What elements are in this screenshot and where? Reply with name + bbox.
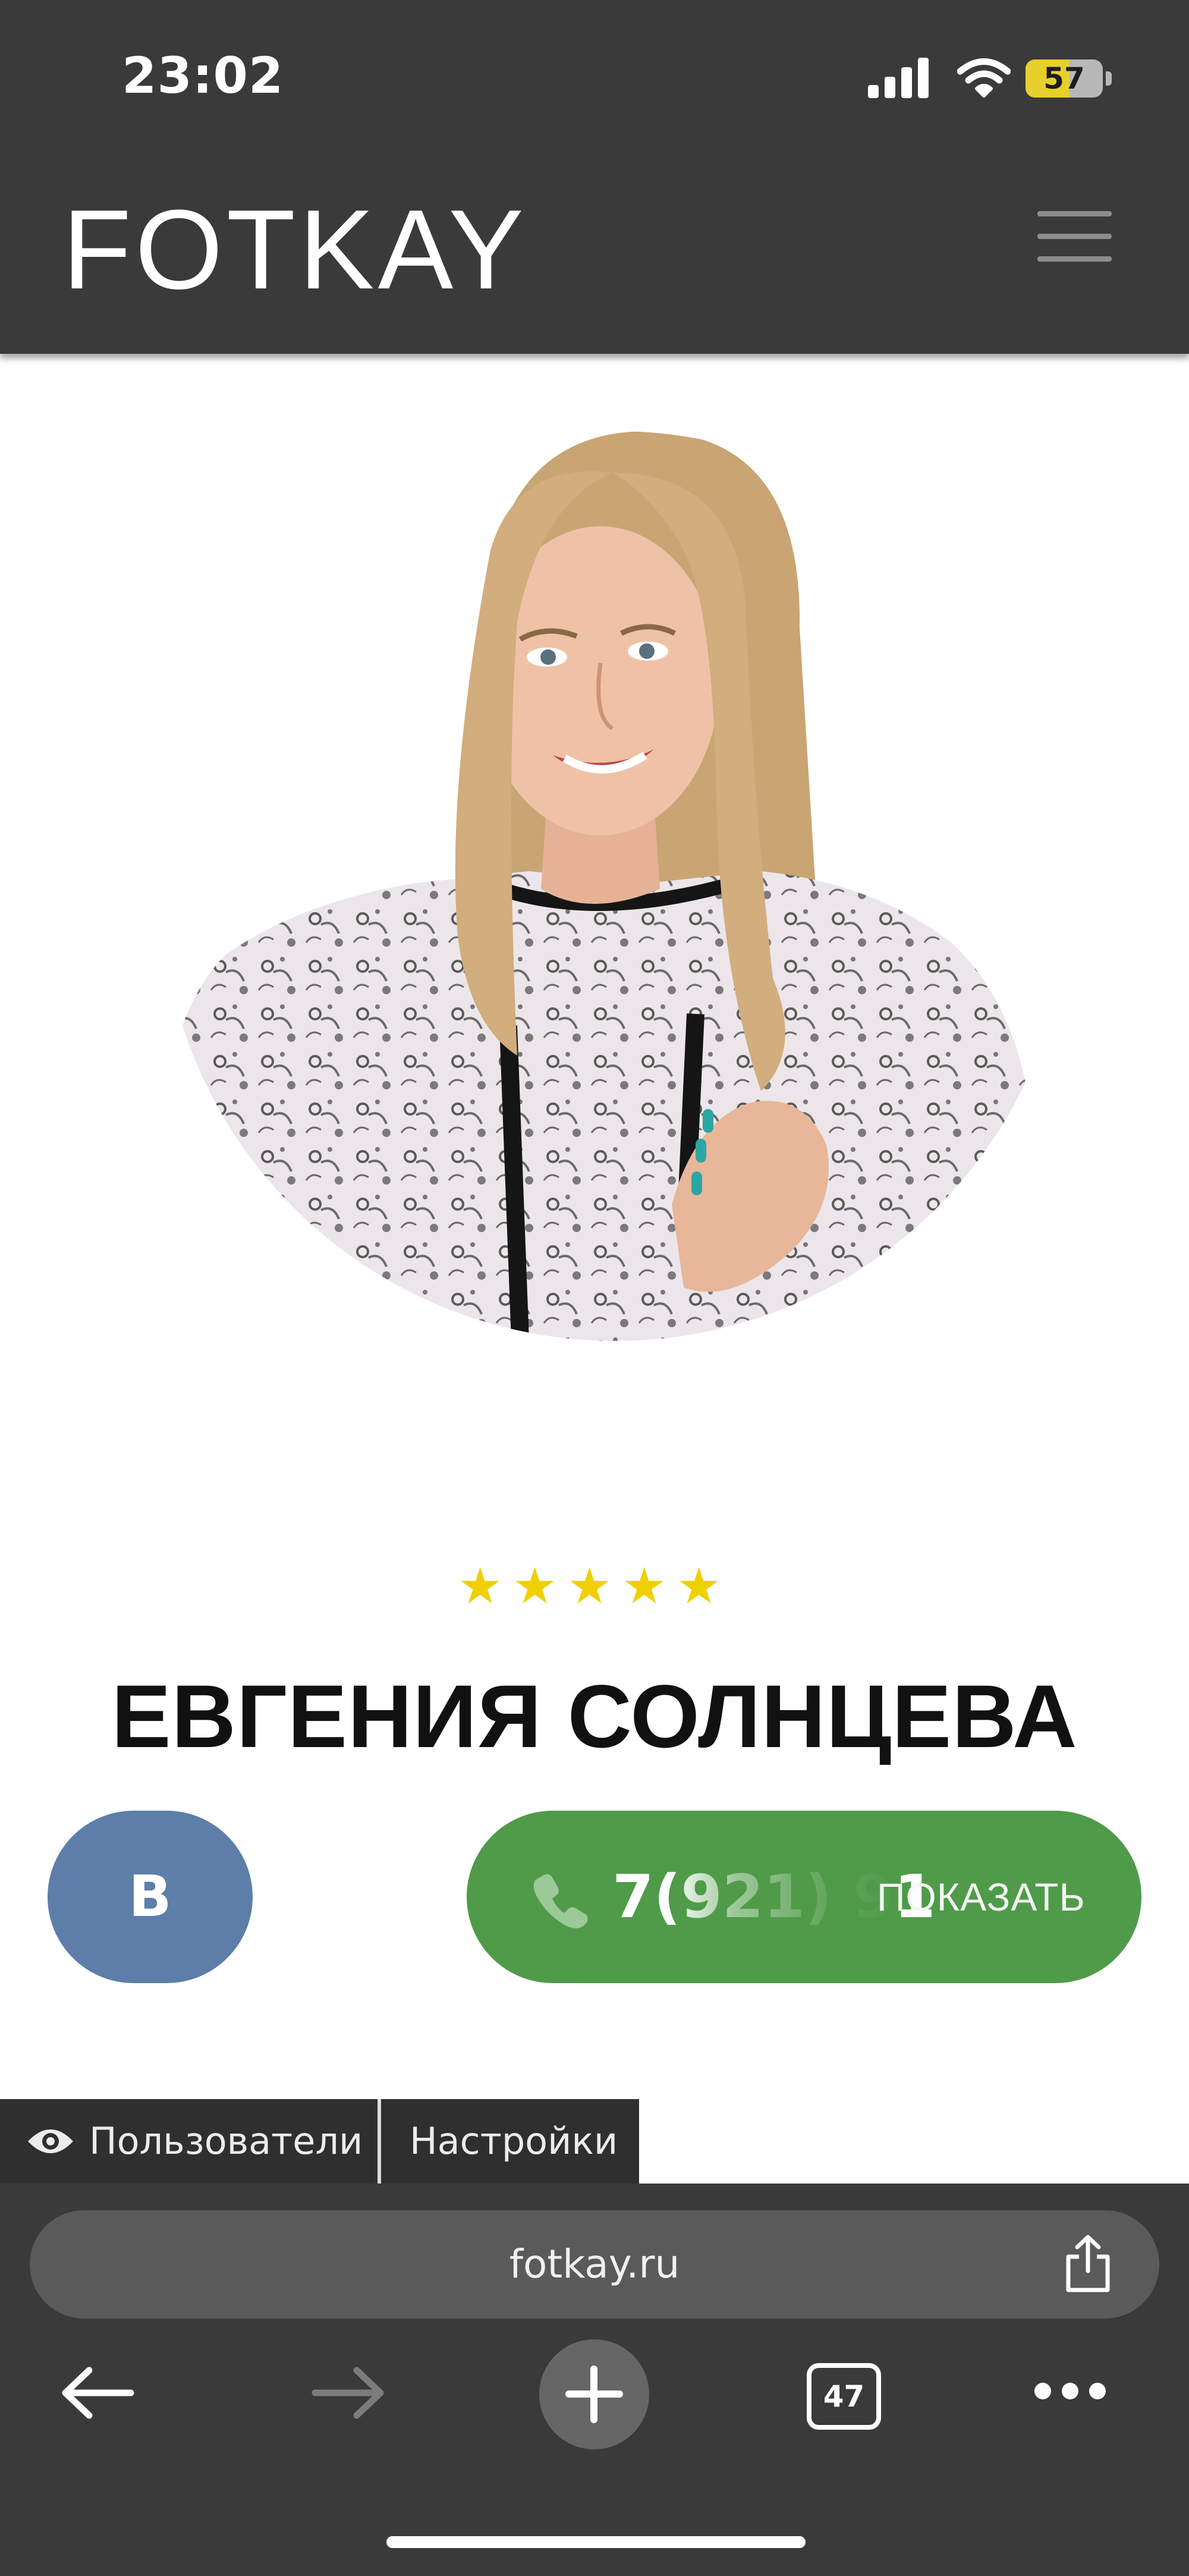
plus-icon: [565, 2365, 623, 2423]
phone-number-fade: [666, 1846, 892, 1947]
show-phone-button[interactable]: 7(921) 91 ПОКАЗАТЬ: [467, 1811, 1141, 1983]
star-icon: ★: [458, 1557, 503, 1615]
battery-level: 57: [1043, 61, 1085, 96]
profile-photo-illustration: [161, 431, 1070, 1341]
site-logo[interactable]: FOTKAY: [62, 193, 527, 306]
tabs-count: 47: [823, 2379, 865, 2414]
star-icon: ★: [512, 1557, 558, 1615]
eye-icon: [28, 2129, 73, 2153]
tabs-icon[interactable]: 47: [807, 2363, 881, 2430]
status-time: 23:02: [122, 46, 284, 105]
star-icon: ★: [567, 1557, 612, 1615]
site-header: FOTKAY: [0, 149, 1189, 354]
profile-name: ЕВГЕНИЯ СОЛНЦЕВА: [111, 1666, 1078, 1766]
profile-photo: [161, 431, 1070, 1341]
signal-icon: [868, 56, 933, 98]
tab-settings[interactable]: Настройки: [381, 2099, 639, 2184]
url-text: fotkay.ru: [509, 2241, 680, 2287]
tab-users-label: Пользователи: [89, 2119, 363, 2163]
status-bar: 23:02 57: [0, 0, 1189, 149]
phone-icon: [533, 1874, 588, 1928]
battery-icon: 57: [1026, 59, 1112, 98]
more-dots-icon[interactable]: [1034, 2380, 1106, 2404]
show-phone-label: ПОКАЗАТЬ: [877, 1875, 1086, 1919]
back-arrow-icon[interactable]: [59, 2363, 137, 2423]
status-icons: 57: [868, 56, 1118, 104]
star-icon: ★: [677, 1557, 722, 1615]
admin-tabs: Пользователи Настройки: [0, 2099, 639, 2184]
address-bar[interactable]: fotkay.ru: [30, 2210, 1159, 2319]
browser-toolbar: fotkay.ru 47: [0, 2184, 1189, 2576]
forward-arrow-icon[interactable]: [309, 2363, 386, 2423]
wifi-icon: [957, 58, 1011, 98]
tab-settings-label: Настройки: [410, 2119, 618, 2163]
hamburger-menu-icon[interactable]: [1037, 211, 1112, 262]
home-indicator: [386, 2536, 806, 2548]
vk-button[interactable]: В: [48, 1811, 253, 1983]
screen: 23:02 57 FOTKAY ★ ★ ★ ★ ★ ЕВГЕНИЯ СОЛНЦЕ…: [0, 0, 1189, 2576]
share-icon[interactable]: [1061, 2234, 1115, 2294]
star-icon: ★: [622, 1557, 667, 1615]
vk-button-label: В: [128, 1864, 172, 1930]
new-tab-button[interactable]: [539, 2339, 649, 2449]
rating-stars: ★ ★ ★ ★ ★: [458, 1561, 731, 1620]
tab-users[interactable]: Пользователи: [0, 2099, 378, 2184]
